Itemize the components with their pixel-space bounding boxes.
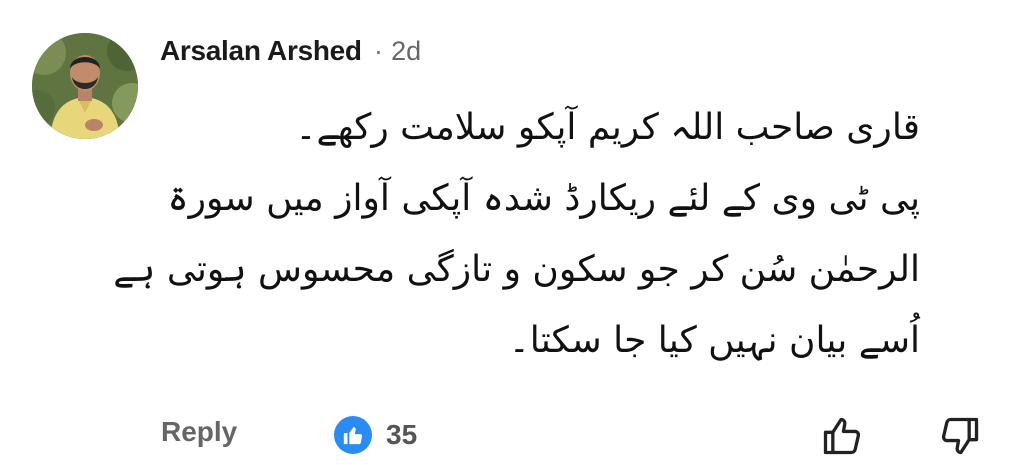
thumb-down-outline-icon[interactable] [936,412,984,460]
comment-actions: Reply 35 [0,410,1024,460]
like-count: 35 [386,419,418,450]
comment-line: پی ٹی وی کے لئے ریکارڈ شدہ آپکی آواز میں… [167,178,920,219]
comment-line: قاری صاحب اللہ کریم آپکو سلامت رکھے۔ [295,107,920,148]
comment-text: قاری صاحب اللہ کریم آپکو سلامت رکھے۔ پی … [113,92,920,376]
reply-button[interactable]: Reply [161,416,237,448]
author-name[interactable]: Arsalan Arshed [160,35,362,67]
like-reaction-summary[interactable]: 35 [334,416,417,454]
timestamp[interactable]: 2d [391,36,421,67]
avatar[interactable] [32,33,138,139]
comment-line: اُسے بیان نہیں کیا جا سکتا۔ [508,320,920,361]
comment-header: Arsalan Arshed · 2d [160,30,421,72]
comment-line: الرحمٰن سُن کر جو سکون و تازگی محسوس ہوت… [113,249,920,290]
separator-dot: · [373,35,384,66]
thumb-up-outline-icon[interactable] [818,412,866,460]
comment: Arsalan Arshed · 2d قاری صاحب اللہ کریم … [0,0,1024,465]
thumbs-up-filled-icon [334,416,372,454]
